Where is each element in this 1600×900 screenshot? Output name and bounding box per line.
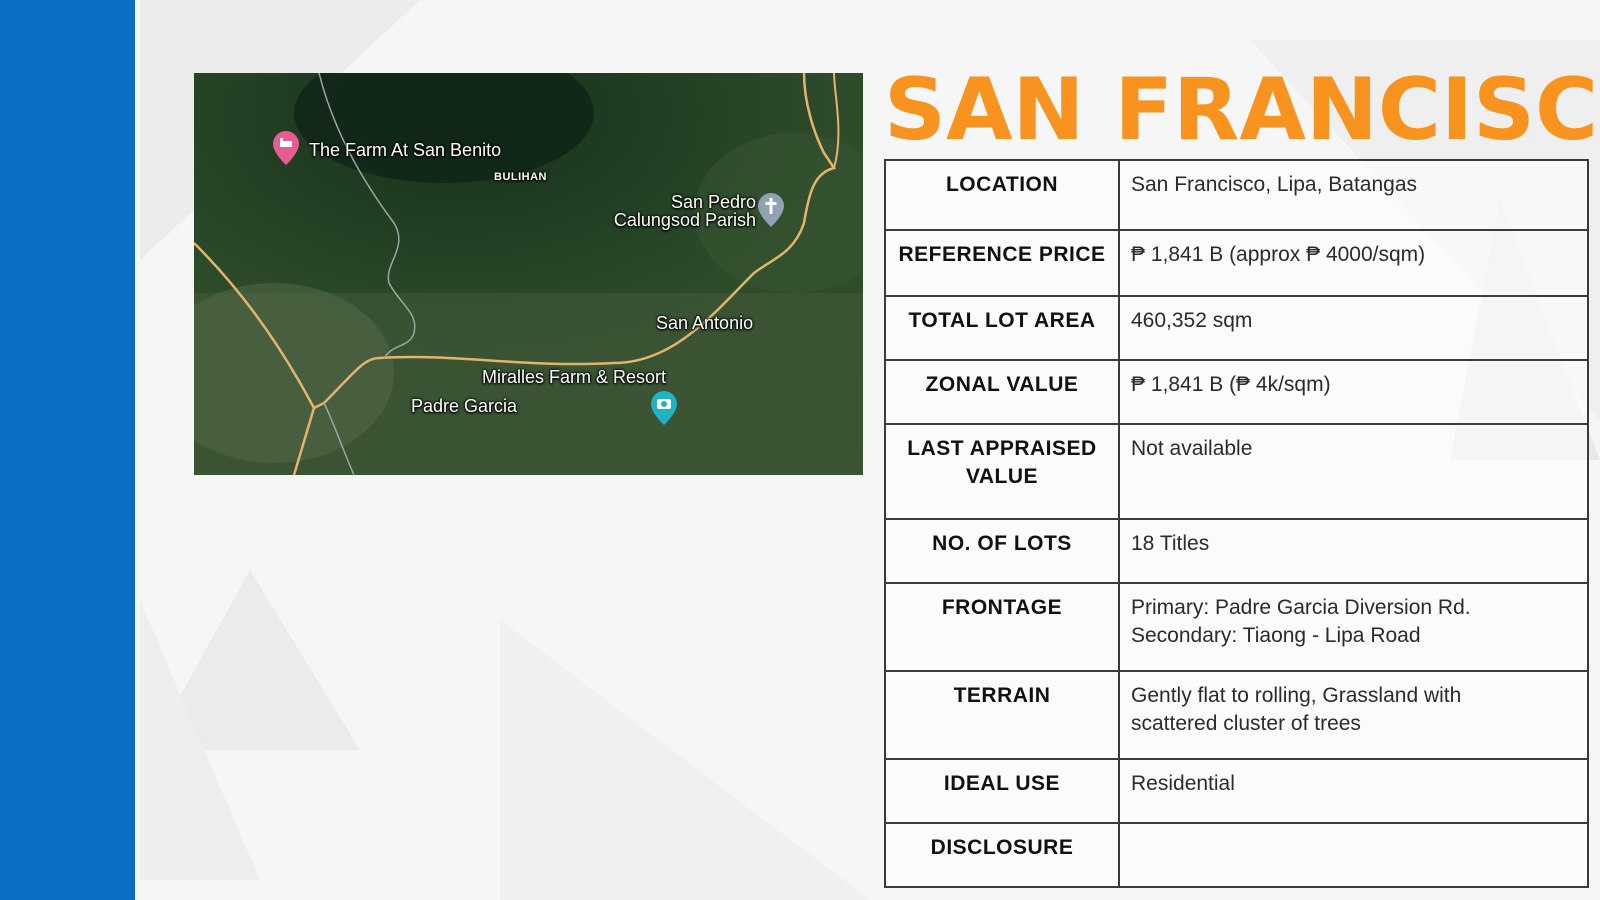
map-label-farm-san-benito: The Farm At San Benito <box>309 140 502 160</box>
table-row: ZONAL VALUE ₱ 1,841 B (₱ 4k/sqm) <box>884 359 1589 425</box>
left-accent-bar <box>0 0 135 900</box>
row-key: FRONTAGE <box>884 582 1120 672</box>
table-row: FRONTAGE Primary: Padre Garcia Diversion… <box>884 582 1589 672</box>
row-value-line: scattered cluster of trees <box>1131 712 1361 735</box>
row-key: LOCATION <box>884 159 1120 231</box>
map-label-bulihan: BULIHAN <box>494 171 547 183</box>
row-value-line: Gently flat to rolling, Grassland with <box>1131 684 1462 707</box>
table-row: NO. OF LOTS 18 Titles <box>884 518 1589 584</box>
row-value: San Francisco, Lipa, Batangas <box>1118 159 1589 231</box>
row-value: 18 Titles <box>1118 518 1589 584</box>
table-row: TERRAIN Gently flat to rolling, Grasslan… <box>884 670 1589 760</box>
table-row: LOCATION San Francisco, Lipa, Batangas <box>884 159 1589 231</box>
row-value: Residential <box>1118 758 1589 824</box>
row-value-line: Secondary: Tiaong - Lipa Road <box>1131 624 1421 647</box>
map-label-miralles-farm: Miralles Farm & Resort <box>482 367 667 387</box>
table-row: IDEAL USE Residential <box>884 758 1589 824</box>
row-value: ₱ 1,841 B (approx ₱ 4000/sqm) <box>1118 229 1589 297</box>
church-pin-icon[interactable] <box>758 193 784 227</box>
row-key: ZONAL VALUE <box>884 359 1120 425</box>
table-row: LAST APPRAISED VALUE Not available <box>884 423 1589 520</box>
map-label-calungsod-parish: Calungsod Parish <box>613 210 756 230</box>
row-key-line: LAST APPRAISED <box>907 437 1097 460</box>
row-value: ₱ 1,841 B (₱ 4k/sqm) <box>1118 359 1589 425</box>
row-value: Primary: Padre Garcia Diversion Rd. Seco… <box>1118 582 1589 672</box>
row-key: LAST APPRAISED VALUE <box>884 423 1120 520</box>
map-label-padre-garcia: Padre Garcia <box>411 396 518 416</box>
row-value-line: Primary: Padre Garcia Diversion Rd. <box>1131 596 1471 619</box>
row-key: IDEAL USE <box>884 758 1120 824</box>
row-value: Not available <box>1118 423 1589 520</box>
row-key: TOTAL LOT AREA <box>884 295 1120 361</box>
row-key-line: VALUE <box>965 465 1039 488</box>
row-key: NO. OF LOTS <box>884 518 1120 584</box>
table-row: REFERENCE PRICE ₱ 1,841 B (approx ₱ 4000… <box>884 229 1589 297</box>
table-row: DISCLOSURE <box>884 822 1589 888</box>
hotel-pin-icon[interactable] <box>273 131 299 165</box>
camera-pin-icon[interactable] <box>651 391 677 425</box>
table-row: TOTAL LOT AREA 460,352 sqm <box>884 295 1589 361</box>
row-key: DISCLOSURE <box>884 822 1120 888</box>
map-label-san-antonio: San Antonio <box>656 313 754 333</box>
row-value: Gently flat to rolling, Grassland with s… <box>1118 670 1589 760</box>
row-key: REFERENCE PRICE <box>884 229 1120 297</box>
row-value <box>1118 822 1589 888</box>
satellite-map[interactable]: The Farm At San Benito BULIHAN San Pedro… <box>194 73 863 475</box>
page-title: SAN FRANCISCO <box>884 60 1600 160</box>
row-value: 460,352 sqm <box>1118 295 1589 361</box>
row-key: TERRAIN <box>884 670 1120 760</box>
property-info-table: LOCATION San Francisco, Lipa, Batangas R… <box>884 159 1589 888</box>
